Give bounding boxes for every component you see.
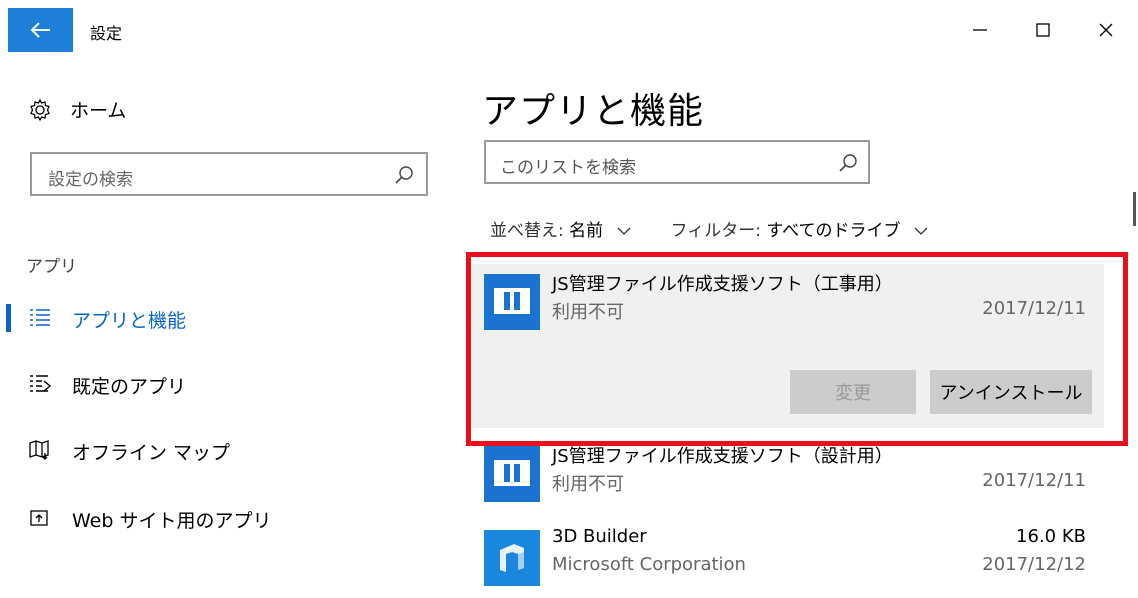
- sort-dropdown[interactable]: 並べ替え: 名前: [490, 216, 631, 241]
- minimize-icon: [973, 29, 987, 31]
- close-icon: [1099, 23, 1113, 37]
- app-publisher: Microsoft Corporation: [552, 554, 746, 575]
- filter-value: すべてのドライブ: [766, 221, 901, 241]
- settings-search-input[interactable]: 設定の検索: [30, 152, 428, 196]
- app-list-item-selected[interactable]: JS管理ファイル作成支援ソフト（工事用） 利用不可 2017/12/11 変更 …: [466, 252, 1128, 446]
- back-arrow-icon: [30, 22, 50, 38]
- sidebar-item-apps-features[interactable]: アプリと機能: [0, 298, 450, 338]
- sidebar-item-offline-maps[interactable]: オフライン マップ: [0, 430, 450, 470]
- offline-maps-icon: [29, 440, 49, 460]
- search-icon: [395, 166, 413, 184]
- sidebar-item-label: アプリと機能: [72, 310, 187, 332]
- app-date: 2017/12/11: [982, 470, 1086, 491]
- chevron-down-icon: [914, 227, 928, 235]
- sort-filter-bar: 並べ替え: 名前 フィルター: すべてのドライブ: [490, 216, 928, 241]
- sidebar-home[interactable]: ホーム: [28, 96, 126, 123]
- app-window-icon: [484, 446, 540, 502]
- search-icon: [839, 154, 857, 172]
- uninstall-button[interactable]: アンインストール: [930, 370, 1092, 414]
- chevron-down-icon: [617, 227, 631, 235]
- maximize-button[interactable]: [1021, 14, 1065, 46]
- apps-for-websites-icon: [30, 510, 48, 526]
- app-publisher: 利用不可: [552, 474, 624, 495]
- 3d-builder-icon: [484, 530, 540, 586]
- back-button[interactable]: [8, 8, 73, 52]
- gear-icon: [30, 98, 50, 121]
- app-size: 16.0 KB: [1016, 526, 1086, 547]
- page-title: アプリと機能: [482, 91, 705, 132]
- filter-label: フィルター:: [670, 221, 761, 241]
- main-content: アプリと機能 このリストを検索 並べ替え: 名前 フィルター: すべてのドライブ…: [460, 60, 1138, 598]
- close-button[interactable]: [1084, 14, 1128, 46]
- app-list-item[interactable]: 3D Builder Microsoft Corporation 16.0 KB…: [472, 520, 1104, 588]
- app-publisher: 利用不可: [552, 302, 624, 323]
- title-bar: 設定: [0, 0, 1138, 60]
- app-date: 2017/12/12: [982, 554, 1086, 575]
- home-label: ホーム: [70, 100, 127, 122]
- search-placeholder: このリストを検索: [500, 158, 636, 178]
- app-list-search-input[interactable]: このリストを検索: [484, 140, 870, 184]
- app-window-icon: [484, 274, 540, 330]
- sidebar-item-label: 既定のアプリ: [72, 376, 187, 398]
- sidebar-item-apps-for-websites[interactable]: Web サイト用のアプリ: [0, 498, 450, 538]
- app-name: JS管理ファイル作成支援ソフト（工事用）: [552, 274, 893, 295]
- change-button[interactable]: 変更: [790, 370, 916, 414]
- minimize-button[interactable]: [958, 14, 1002, 46]
- sidebar-item-label: オフライン マップ: [72, 442, 231, 464]
- active-indicator: [6, 304, 11, 332]
- window-title: 設定: [90, 24, 123, 43]
- sidebar-item-label: Web サイト用のアプリ: [72, 510, 272, 532]
- app-name: JS管理ファイル作成支援ソフト（設計用）: [552, 446, 893, 467]
- default-apps-icon: [30, 375, 52, 392]
- app-date: 2017/12/11: [982, 298, 1086, 319]
- maximize-icon: [1036, 23, 1050, 37]
- sort-value: 名前: [569, 221, 604, 241]
- sort-label: 並べ替え:: [490, 221, 564, 241]
- filter-dropdown[interactable]: フィルター: すべてのドライブ: [671, 216, 928, 241]
- apps-features-icon: [30, 309, 50, 326]
- search-placeholder: 設定の検索: [48, 170, 133, 190]
- sidebar-item-default-apps[interactable]: 既定のアプリ: [0, 364, 450, 404]
- scrollbar-thumb[interactable]: [1133, 192, 1136, 226]
- app-name: 3D Builder: [552, 526, 647, 547]
- sidebar: ホーム 設定の検索 アプリ アプリと機能 既定のアプリ オフライン マップ We…: [0, 60, 450, 598]
- app-list-item[interactable]: JS管理ファイル作成支援ソフト（設計用） 利用不可 2017/12/11: [472, 436, 1104, 504]
- section-label-apps: アプリ: [26, 257, 77, 277]
